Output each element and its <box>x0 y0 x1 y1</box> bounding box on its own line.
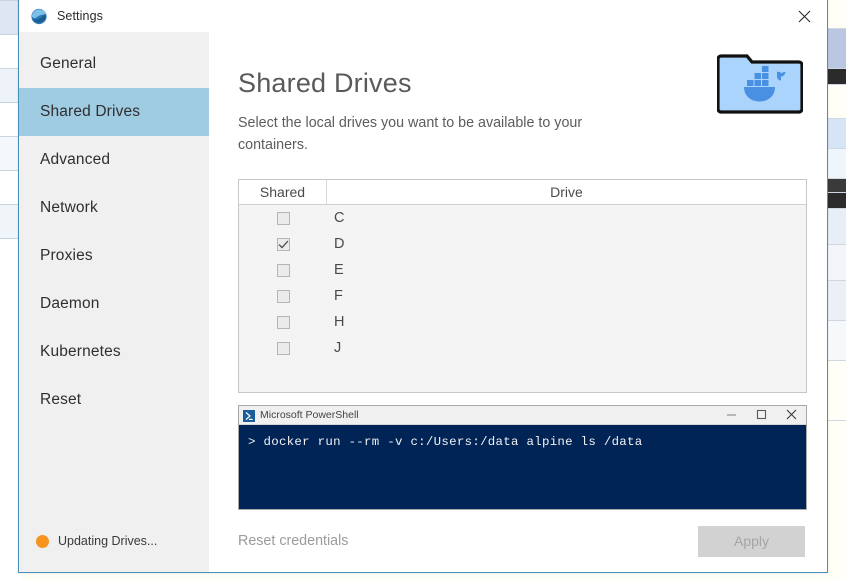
sidebar-item-label: Shared Drives <box>40 103 141 120</box>
drive-letter: E <box>334 262 344 278</box>
sidebar-item-label: Kubernetes <box>40 343 121 360</box>
checkbox-unchecked-icon[interactable] <box>276 263 290 277</box>
powershell-output[interactable]: > docker run --rm -v c:/Users:/data alpi… <box>239 424 806 509</box>
sidebar: General Shared Drives Advanced Network P… <box>19 32 209 572</box>
column-header-shared: Shared <box>239 180 327 204</box>
drive-share-checkbox[interactable] <box>239 315 327 329</box>
column-header-drive: Drive <box>550 184 583 200</box>
checkbox-unchecked-icon[interactable] <box>276 341 290 355</box>
drive-letter: D <box>334 236 345 252</box>
docker-whale-icon <box>30 7 48 25</box>
drive-share-checkbox[interactable] <box>239 341 327 355</box>
sidebar-item-label: Advanced <box>40 151 111 168</box>
shared-folder-docker-icon <box>716 46 804 116</box>
maximize-icon[interactable] <box>746 405 776 424</box>
table-row[interactable]: J <box>239 335 806 361</box>
status-bar: Updating Drives... <box>19 510 209 572</box>
sidebar-item-network[interactable]: Network <box>19 184 209 232</box>
window-titlebar[interactable]: Settings <box>19 0 827 32</box>
minimize-icon[interactable] <box>716 405 746 424</box>
status-dot-icon <box>36 534 49 548</box>
powershell-command-line: > docker run --rm -v c:/Users:/data alpi… <box>248 434 643 449</box>
sidebar-item-advanced[interactable]: Advanced <box>19 136 209 184</box>
table-body: C D E F H J <box>239 205 806 392</box>
checkbox-unchecked-icon[interactable] <box>276 315 290 329</box>
page-description: Select the local drives you want to be a… <box>238 115 583 153</box>
powershell-icon <box>243 409 255 422</box>
window-title: Settings <box>57 9 103 23</box>
reset-credentials-link[interactable]: Reset credentials <box>238 533 348 549</box>
settings-window: Settings General Shared Drives Advanced <box>18 0 828 573</box>
drive-letter: J <box>334 340 342 356</box>
table-row[interactable]: D <box>239 231 806 257</box>
window-body: General Shared Drives Advanced Network P… <box>19 32 827 572</box>
content-footer: Reset credentials Apply <box>238 510 807 572</box>
powershell-title: Microsoft PowerShell <box>260 408 359 421</box>
powershell-console: Microsoft PowerShell > docker run --rm -… <box>238 404 807 510</box>
table-row[interactable]: E <box>239 257 806 283</box>
drive-share-checkbox[interactable] <box>239 289 327 303</box>
apply-button[interactable]: Apply <box>698 525 805 557</box>
sidebar-item-reset[interactable]: Reset <box>19 376 209 424</box>
drive-share-checkbox[interactable] <box>239 211 327 225</box>
table-row[interactable]: H <box>239 309 806 335</box>
sidebar-item-shared-drives[interactable]: Shared Drives <box>19 88 209 136</box>
sidebar-item-label: Network <box>40 199 98 216</box>
sidebar-item-label: General <box>40 55 97 72</box>
sidebar-item-daemon[interactable]: Daemon <box>19 280 209 328</box>
close-icon[interactable] <box>776 405 806 424</box>
drive-letter: H <box>334 314 345 330</box>
sidebar-item-label: Proxies <box>40 247 93 264</box>
shared-drives-table: Shared Drive C D E F H J <box>238 179 807 393</box>
table-row[interactable]: F <box>239 283 806 309</box>
main-content: Shared Drives Select the local drives yo… <box>209 32 827 572</box>
drive-letter: C <box>334 210 345 226</box>
sidebar-item-label: Reset <box>40 391 82 408</box>
powershell-titlebar[interactable]: Microsoft PowerShell <box>239 405 806 425</box>
table-row[interactable]: C <box>239 205 806 231</box>
status-text: Updating Drives... <box>58 534 158 548</box>
checkbox-unchecked-icon[interactable] <box>276 211 290 225</box>
sidebar-item-proxies[interactable]: Proxies <box>19 232 209 280</box>
checkbox-unchecked-icon[interactable] <box>276 289 290 303</box>
sidebar-item-label: Daemon <box>40 295 100 312</box>
drive-share-checkbox[interactable] <box>239 263 327 277</box>
close-icon[interactable] <box>781 0 827 32</box>
checkbox-checked-icon[interactable] <box>276 237 290 251</box>
drive-share-checkbox[interactable] <box>239 237 327 251</box>
sidebar-nav: General Shared Drives Advanced Network P… <box>19 32 209 424</box>
sidebar-item-general[interactable]: General <box>19 40 209 88</box>
sidebar-item-kubernetes[interactable]: Kubernetes <box>19 328 209 376</box>
powershell-window-buttons <box>716 405 806 424</box>
page-header: Shared Drives Select the local drives yo… <box>238 32 807 156</box>
table-header-row: Shared Drive <box>239 180 806 205</box>
drive-letter: F <box>334 288 343 304</box>
